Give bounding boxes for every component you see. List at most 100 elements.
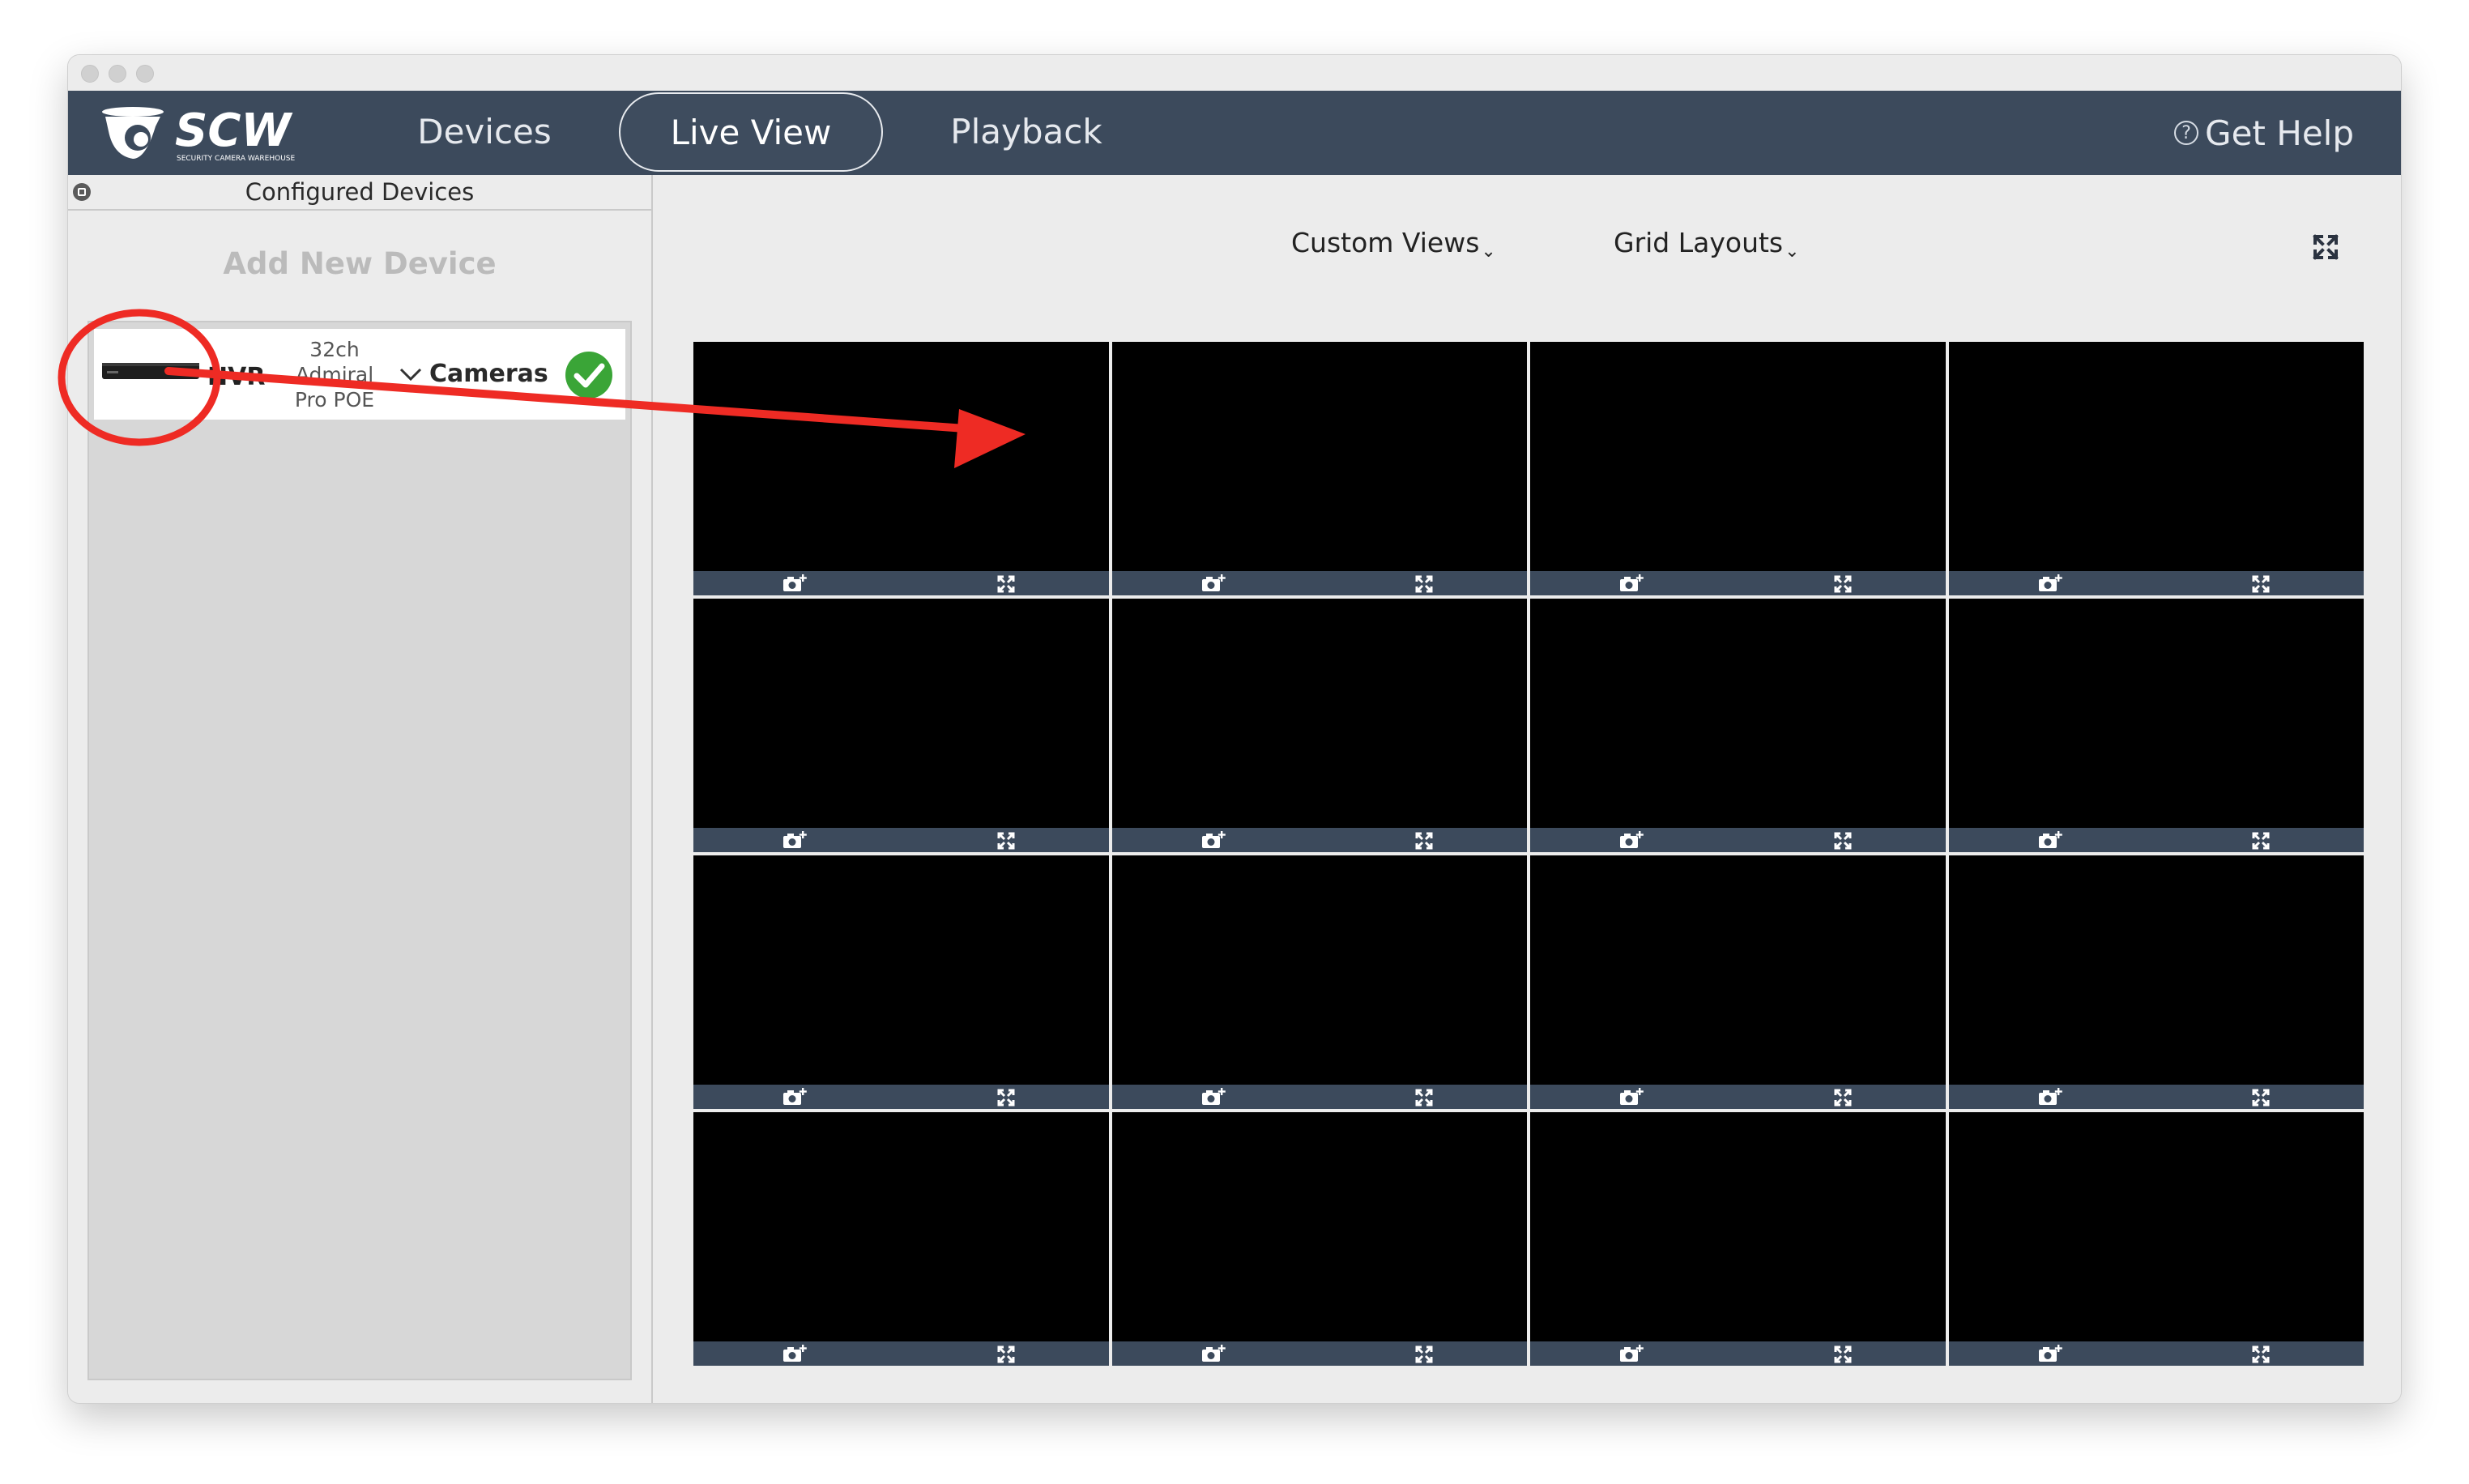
camera-tile[interactable] [1530,599,1946,852]
tile-control-bar [1948,828,2364,852]
expand-icon[interactable] [2252,832,2270,850]
add-camera-icon[interactable] [2038,1087,2062,1107]
device-list: NVR 32ch Admiral Pro POE Cameras [87,321,632,1380]
tile-control-bar [1530,571,1946,595]
app-window: SCW SECURITY CAMERA WAREHOUSE Devices Li… [68,55,2401,1403]
expand-icon[interactable] [1415,832,1433,850]
panel-header: Configured Devices [68,175,651,211]
scw-logo: SCW SECURITY CAMERA WAREHOUSE [102,104,295,163]
tile-control-bar [1111,1085,1527,1109]
camera-tile[interactable] [693,599,1109,852]
zoom-window-button[interactable] [136,65,154,83]
camera-grid [693,342,2364,1366]
camera-tile[interactable] [693,855,1109,1109]
add-camera-icon[interactable] [1201,574,1226,593]
close-window-button[interactable] [81,65,99,83]
logo-tagline: SECURITY CAMERA WAREHOUSE [177,155,295,163]
panel-title: Configured Devices [245,178,475,206]
add-camera-icon[interactable] [1619,1344,1644,1363]
expand-icon[interactable] [997,832,1015,850]
add-camera-icon[interactable] [2038,1344,2062,1363]
nvr-device-icon[interactable] [100,356,201,384]
add-camera-icon[interactable] [2038,830,2062,850]
add-camera-icon[interactable] [782,1344,807,1363]
expand-icon[interactable] [997,1089,1015,1107]
cameras-expand-toggle[interactable]: Cameras [399,360,548,388]
logo-text: SCW [175,104,293,157]
tile-control-bar [1530,1341,1946,1366]
custom-views-label: Custom Views [1291,227,1480,258]
add-camera-icon[interactable] [1619,830,1644,850]
camera-tile[interactable] [1530,855,1946,1109]
camera-tile[interactable] [693,1112,1109,1366]
grid-layouts-dropdown[interactable]: Grid Layouts⌄ [1614,227,1800,262]
title-bar [68,55,2401,91]
camera-tile[interactable] [1111,1112,1527,1366]
question-circle-icon: ? [2174,121,2199,145]
add-camera-icon[interactable] [1201,1344,1226,1363]
expand-icon[interactable] [2252,1345,2270,1363]
add-camera-icon[interactable] [1619,1087,1644,1107]
expand-icon[interactable] [1834,1345,1852,1363]
device-name-line: Pro POE [294,388,375,412]
minimize-window-button[interactable] [109,65,126,83]
tile-control-bar [1111,1341,1527,1366]
custom-views-dropdown[interactable]: Custom Views⌄ [1291,227,1496,262]
grid-layouts-label: Grid Layouts [1614,227,1784,258]
tab-live-view[interactable]: Live View [619,92,883,172]
camera-tile[interactable] [1948,1112,2364,1366]
tile-control-bar [1948,1341,2364,1366]
tile-control-bar [1530,828,1946,852]
camera-tile[interactable] [1111,342,1527,595]
add-camera-icon[interactable] [1619,574,1644,593]
camera-tile[interactable] [1111,855,1527,1109]
camera-tile[interactable] [1530,342,1946,595]
camera-tile[interactable] [1111,599,1527,852]
device-name-line: 32ch [309,338,360,361]
cameras-label: Cameras [429,360,548,388]
connected-check-icon [565,352,612,399]
device-row[interactable]: NVR 32ch Admiral Pro POE Cameras [94,329,625,420]
get-help-label: Get Help [2205,113,2354,153]
tile-control-bar [1111,828,1527,852]
add-camera-icon[interactable] [1201,1087,1226,1107]
camera-tile[interactable] [693,342,1109,595]
expand-icon[interactable] [1415,575,1433,593]
tile-control-bar [1111,571,1527,595]
caret-down-icon: ⌄ [1785,241,1800,262]
caret-down-icon: ⌄ [1481,241,1496,262]
expand-icon[interactable] [2252,575,2270,593]
add-camera-icon[interactable] [782,574,807,593]
expand-icon[interactable] [997,575,1015,593]
camera-tile[interactable] [1948,599,2364,852]
live-view-area: Custom Views⌄ Grid Layouts⌄ [653,175,2401,1403]
expand-icon[interactable] [1415,1089,1433,1107]
camera-tile[interactable] [1530,1112,1946,1366]
expand-icon[interactable] [1834,832,1852,850]
fullscreen-icon[interactable] [2312,233,2339,261]
tab-devices[interactable]: Devices [392,91,577,172]
expand-icon[interactable] [2252,1089,2270,1107]
add-camera-icon[interactable] [782,830,807,850]
tile-control-bar [693,1085,1109,1109]
tile-control-bar [693,1341,1109,1366]
tile-control-bar [1948,1085,2364,1109]
tile-control-bar [693,571,1109,595]
add-new-device-button[interactable]: Add New Device [68,246,651,281]
camera-tile[interactable] [1948,342,2364,595]
tile-control-bar [693,828,1109,852]
expand-icon[interactable] [997,1345,1015,1363]
expand-icon[interactable] [1415,1345,1433,1363]
tile-control-bar [1530,1085,1946,1109]
device-name-line: Admiral [295,363,374,386]
add-camera-icon[interactable] [2038,574,2062,593]
get-help-button[interactable]: ? Get Help [2174,91,2354,175]
expand-icon[interactable] [1834,1089,1852,1107]
configured-devices-panel: Configured Devices Add New Device NVR 32… [68,175,653,1403]
expand-icon[interactable] [1834,575,1852,593]
add-camera-icon[interactable] [782,1087,807,1107]
camera-tile[interactable] [1948,855,2364,1109]
tab-playback[interactable]: Playback [927,91,1126,172]
add-camera-icon[interactable] [1201,830,1226,850]
top-nav-bar: SCW SECURITY CAMERA WAREHOUSE Devices Li… [68,91,2401,175]
